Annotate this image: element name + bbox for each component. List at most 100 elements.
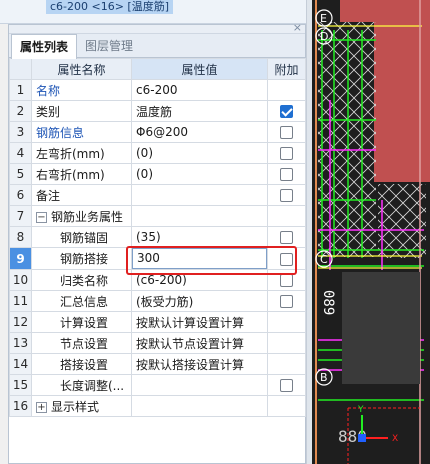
property-value[interactable] bbox=[131, 205, 268, 227]
property-value[interactable]: 温度筋 bbox=[131, 100, 268, 122]
property-name: 右弯折(mm) bbox=[31, 163, 132, 185]
extra-cell bbox=[267, 79, 306, 101]
axis-label-c: C bbox=[320, 253, 328, 266]
property-value[interactable] bbox=[131, 374, 268, 396]
extra-checkbox[interactable] bbox=[280, 105, 293, 118]
row-number: 4 bbox=[9, 142, 32, 164]
row-number: 6 bbox=[9, 184, 32, 206]
lower-block bbox=[342, 272, 420, 384]
extra-cell bbox=[267, 353, 306, 375]
ucs-origin bbox=[358, 434, 366, 442]
tab-properties[interactable]: 属性列表 bbox=[11, 34, 78, 59]
table-row[interactable]: 13 节点设置 按默认节点设置计算 bbox=[9, 332, 306, 354]
property-name: 搭接设置 bbox=[31, 353, 132, 375]
extra-cell bbox=[267, 332, 306, 354]
tab-layers[interactable]: 图层管理 bbox=[77, 34, 141, 58]
extra-cell bbox=[267, 184, 306, 206]
wall-top bbox=[340, 0, 430, 22]
extra-cell bbox=[267, 395, 306, 417]
table-row[interactable]: 10 归类名称 (c6-200) bbox=[9, 269, 306, 291]
value-edit-input[interactable]: 300 bbox=[132, 248, 267, 269]
property-name: 类别 bbox=[31, 100, 132, 122]
property-value[interactable]: (35) bbox=[131, 226, 268, 248]
property-name-label: 钢筋信息 bbox=[36, 125, 85, 140]
extra-cell bbox=[267, 121, 306, 143]
property-name-label: 计算设置 bbox=[60, 315, 109, 330]
property-value[interactable]: 按默认搭接设置计算 bbox=[131, 353, 268, 375]
property-name: 计算设置 bbox=[31, 311, 132, 333]
selected-element-label[interactable]: c6-200 <16> [温度筋] bbox=[46, 0, 174, 14]
property-name: + 显示样式 bbox=[31, 395, 132, 417]
property-value[interactable]: (c6-200) bbox=[131, 269, 268, 291]
row-number: 5 bbox=[9, 163, 32, 185]
row-number: 8 bbox=[9, 226, 32, 248]
table-row[interactable]: 1 名称 c6-200 bbox=[9, 79, 306, 101]
collapse-icon[interactable]: − bbox=[36, 211, 47, 223]
property-value[interactable] bbox=[131, 184, 268, 206]
table-row[interactable]: 14 搭接设置 按默认搭接设置计算 bbox=[9, 353, 306, 375]
extra-checkbox[interactable] bbox=[280, 295, 293, 308]
table-row[interactable]: 7− 钢筋业务属性 bbox=[9, 205, 306, 227]
property-value[interactable]: (板受力筋) bbox=[131, 290, 268, 312]
property-name-label: 汇总信息 bbox=[60, 294, 109, 309]
row-number: 2 bbox=[9, 100, 32, 122]
cad-canvas[interactable]: E D C B 089 880 Y X bbox=[312, 0, 430, 464]
extra-checkbox[interactable] bbox=[280, 252, 293, 266]
extra-checkbox[interactable] bbox=[280, 189, 293, 202]
properties-body: 1 名称 c6-200 2 类别 温度筋 3 钢筋信息 Φ6@200 4 左弯折(mm) (0) 5 右弯… bbox=[9, 79, 306, 417]
property-value[interactable]: 按默认计算设置计算 bbox=[131, 311, 268, 333]
extra-checkbox[interactable] bbox=[280, 231, 293, 244]
dimension-text: 089 bbox=[320, 290, 336, 315]
property-value[interactable]: Φ6@200 bbox=[131, 121, 268, 143]
axis-label-e: E bbox=[320, 12, 327, 25]
property-name: − 钢筋业务属性 bbox=[31, 205, 132, 227]
property-name: 钢筋信息 bbox=[31, 121, 132, 143]
table-row[interactable]: 5 右弯折(mm) (0) bbox=[9, 163, 306, 185]
table-row[interactable]: 8 钢筋锚固 (35) bbox=[9, 226, 306, 248]
property-name-label: 类别 bbox=[36, 104, 61, 119]
extra-checkbox[interactable] bbox=[280, 126, 293, 139]
ucs-x-label: X bbox=[392, 434, 398, 444]
table-row[interactable]: 4 左弯折(mm) (0) bbox=[9, 142, 306, 164]
extra-cell bbox=[267, 142, 306, 164]
extra-cell bbox=[267, 290, 306, 312]
property-name-label: 右弯折(mm) bbox=[36, 167, 105, 182]
property-name-label: 搭接设置 bbox=[60, 357, 109, 372]
property-value[interactable] bbox=[131, 395, 268, 417]
property-name: 长度调整(... bbox=[31, 374, 132, 396]
table-row[interactable]: 6 备注 bbox=[9, 184, 306, 206]
property-name: 备注 bbox=[31, 184, 132, 206]
expand-icon[interactable]: + bbox=[36, 401, 47, 413]
table-row[interactable]: 9 钢筋搭接 300 bbox=[9, 247, 306, 270]
table-row[interactable]: 3 钢筋信息 Φ6@200 bbox=[9, 121, 306, 143]
extra-cell bbox=[267, 311, 306, 333]
properties-table: 属性名称 属性值 附加 1 名称 c6-200 2 类别 温度筋 3 钢筋信息 Φ6@200 4 左… bbox=[9, 58, 306, 417]
value-column-header: 属性值 bbox=[131, 58, 268, 80]
row-number: 15 bbox=[9, 374, 32, 396]
slab-hatch bbox=[318, 22, 376, 257]
extra-cell bbox=[267, 247, 306, 270]
extra-checkbox[interactable] bbox=[280, 168, 293, 181]
property-name-label: 钢筋业务属性 bbox=[51, 209, 124, 224]
wall-right bbox=[374, 22, 430, 182]
name-column-header: 属性名称 bbox=[31, 58, 132, 80]
close-icon[interactable]: × bbox=[293, 22, 302, 34]
property-value[interactable]: 按默认节点设置计算 bbox=[131, 332, 268, 354]
table-row[interactable]: 12 计算设置 按默认计算设置计算 bbox=[9, 311, 306, 333]
table-row[interactable]: 15 长度调整(... bbox=[9, 374, 306, 396]
property-name-label: 节点设置 bbox=[60, 336, 109, 351]
property-name-label: 名称 bbox=[36, 83, 61, 98]
property-name: 左弯折(mm) bbox=[31, 142, 132, 164]
extra-checkbox[interactable] bbox=[280, 147, 293, 160]
property-value[interactable]: 300 bbox=[131, 247, 268, 270]
property-value[interactable]: c6-200 bbox=[131, 79, 268, 101]
table-row[interactable]: 16 + 显示样式 bbox=[9, 395, 306, 417]
property-value[interactable]: (0) bbox=[131, 163, 268, 185]
table-row[interactable]: 2 类别 温度筋 bbox=[9, 100, 306, 122]
row-number: 10 bbox=[9, 269, 32, 291]
extra-checkbox[interactable] bbox=[280, 379, 293, 392]
axis-label-d: D bbox=[320, 30, 328, 43]
property-value[interactable]: (0) bbox=[131, 142, 268, 164]
table-row[interactable]: 11 汇总信息 (板受力筋) bbox=[9, 290, 306, 312]
extra-checkbox[interactable] bbox=[280, 274, 293, 287]
